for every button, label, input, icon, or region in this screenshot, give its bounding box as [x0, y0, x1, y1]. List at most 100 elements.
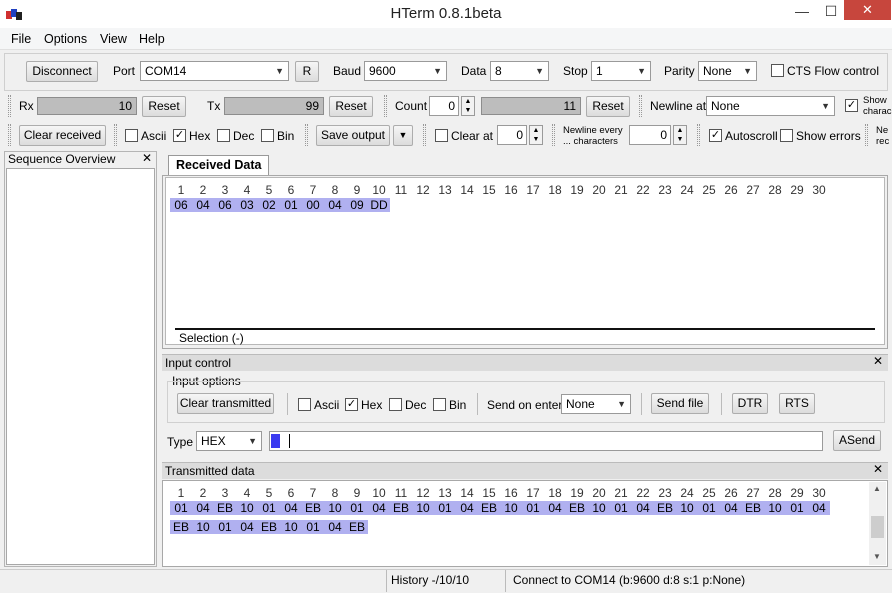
- transmitted-byte[interactable]: 01: [346, 501, 368, 515]
- maximize-button[interactable]: ☐: [815, 0, 847, 22]
- clear-at-spinner[interactable]: ▲ ▼: [529, 125, 543, 145]
- received-byte[interactable]: 04: [324, 198, 346, 212]
- clear-at-checkbox[interactable]: [435, 129, 448, 142]
- port-select[interactable]: COM14 ▼: [140, 61, 289, 81]
- newline-every-input[interactable]: 0: [629, 125, 671, 145]
- send-input[interactable]: [269, 431, 823, 451]
- transmitted-byte[interactable]: 04: [632, 501, 654, 515]
- transmitted-byte[interactable]: 10: [412, 501, 434, 515]
- baud-select[interactable]: 9600 ▼: [364, 61, 447, 81]
- transmitted-byte[interactable]: 01: [214, 520, 236, 534]
- transmitted-byte[interactable]: 10: [676, 501, 698, 515]
- autoscroll-checkbox[interactable]: ✓: [709, 129, 722, 142]
- toolbar-grip[interactable]: [639, 95, 642, 117]
- rx-reset-button[interactable]: Reset: [142, 96, 186, 117]
- show-chars-checkbox[interactable]: ✓: [845, 99, 858, 112]
- input-control-close-icon[interactable]: ✕: [873, 354, 883, 368]
- transmitted-byte[interactable]: 10: [500, 501, 522, 515]
- rx-dec-checkbox[interactable]: [217, 129, 230, 142]
- transmitted-byte[interactable]: 10: [324, 501, 346, 515]
- transmitted-byte[interactable]: 01: [302, 520, 324, 534]
- received-byte[interactable]: 09: [346, 198, 368, 212]
- clear-received-button[interactable]: Clear received: [19, 125, 106, 146]
- show-errors-checkbox[interactable]: [780, 129, 793, 142]
- transmitted-close-icon[interactable]: ✕: [873, 462, 883, 476]
- received-byte[interactable]: DD: [368, 198, 390, 212]
- transmitted-byte[interactable]: EB: [654, 501, 676, 515]
- transmitted-byte[interactable]: EB: [346, 520, 368, 534]
- transmitted-byte[interactable]: 10: [236, 501, 258, 515]
- transmitted-byte[interactable]: EB: [390, 501, 412, 515]
- dtr-button[interactable]: DTR: [732, 393, 768, 414]
- transmitted-byte[interactable]: 04: [280, 501, 302, 515]
- transmitted-byte[interactable]: 04: [808, 501, 830, 515]
- minimize-button[interactable]: —: [786, 0, 818, 22]
- transmitted-byte[interactable]: 10: [588, 501, 610, 515]
- toolbar-grip[interactable]: [8, 95, 11, 117]
- rx-hex-checkbox[interactable]: ✓: [173, 129, 186, 142]
- transmitted-byte[interactable]: 04: [324, 520, 346, 534]
- rx-ascii-checkbox[interactable]: [125, 129, 138, 142]
- close-button[interactable]: ✕: [844, 0, 891, 20]
- data-bits-select[interactable]: 8 ▼: [490, 61, 549, 81]
- received-byte[interactable]: 02: [258, 198, 280, 212]
- tx-ascii-checkbox[interactable]: [298, 398, 311, 411]
- transmitted-byte[interactable]: 01: [522, 501, 544, 515]
- received-byte[interactable]: 03: [236, 198, 258, 212]
- transmitted-byte[interactable]: 01: [258, 501, 280, 515]
- transmitted-scrollbar[interactable]: ▲ ▼: [869, 482, 886, 565]
- received-byte[interactable]: 04: [192, 198, 214, 212]
- rx-bin-checkbox[interactable]: [261, 129, 274, 142]
- refresh-ports-button[interactable]: R: [295, 61, 319, 82]
- toolbar-grip[interactable]: [305, 124, 308, 146]
- transmitted-byte[interactable]: 04: [368, 501, 390, 515]
- tx-dec-checkbox[interactable]: [389, 398, 402, 411]
- toolbar-grip[interactable]: [114, 124, 117, 146]
- clear-transmitted-button[interactable]: Clear transmitted: [177, 393, 274, 414]
- transmitted-byte[interactable]: EB: [170, 520, 192, 534]
- transmitted-byte[interactable]: 01: [698, 501, 720, 515]
- clear-at-input[interactable]: 0: [497, 125, 527, 145]
- transmitted-byte[interactable]: 01: [610, 501, 632, 515]
- received-byte[interactable]: 00: [302, 198, 324, 212]
- transmitted-byte[interactable]: 04: [236, 520, 258, 534]
- tx-bin-checkbox[interactable]: [433, 398, 446, 411]
- toolbar-grip[interactable]: [697, 124, 700, 146]
- menu-options[interactable]: Options: [44, 32, 87, 46]
- newline-at-select[interactable]: None ▼: [706, 96, 835, 116]
- toolbar-grip[interactable]: [423, 124, 426, 146]
- cts-checkbox[interactable]: [771, 64, 784, 77]
- tx-hex-checkbox[interactable]: ✓: [345, 398, 358, 411]
- transmitted-byte[interactable]: 04: [544, 501, 566, 515]
- transmitted-byte[interactable]: EB: [566, 501, 588, 515]
- toolbar-grip[interactable]: [384, 95, 387, 117]
- newline-every-spinner[interactable]: ▲ ▼: [673, 125, 687, 145]
- save-output-button[interactable]: Save output: [316, 125, 390, 146]
- transmitted-byte[interactable]: EB: [214, 501, 236, 515]
- transmitted-byte[interactable]: EB: [258, 520, 280, 534]
- transmitted-byte[interactable]: EB: [478, 501, 500, 515]
- type-select[interactable]: HEX ▼: [196, 431, 262, 451]
- transmitted-byte[interactable]: 01: [434, 501, 456, 515]
- count-input[interactable]: 0: [429, 96, 459, 116]
- scroll-up-icon[interactable]: ▲: [873, 484, 881, 493]
- transmitted-byte[interactable]: 01: [786, 501, 808, 515]
- menu-view[interactable]: View: [100, 32, 127, 46]
- send-on-enter-select[interactable]: None ▼: [561, 394, 631, 414]
- toolbar-grip[interactable]: [552, 124, 555, 146]
- sequence-list[interactable]: [6, 168, 155, 565]
- count-reset-button[interactable]: Reset: [586, 96, 630, 117]
- scroll-down-icon[interactable]: ▼: [873, 552, 881, 561]
- received-byte[interactable]: 01: [280, 198, 302, 212]
- transmitted-byte[interactable]: 10: [192, 520, 214, 534]
- transmitted-byte[interactable]: 04: [720, 501, 742, 515]
- tab-received-data[interactable]: Received Data: [168, 155, 270, 175]
- transmitted-byte[interactable]: EB: [302, 501, 324, 515]
- transmitted-byte[interactable]: 04: [192, 501, 214, 515]
- menu-help[interactable]: Help: [139, 32, 165, 46]
- toolbar-grip[interactable]: [865, 124, 868, 146]
- send-file-button[interactable]: Send file: [651, 393, 709, 414]
- tx-reset-button[interactable]: Reset: [329, 96, 373, 117]
- stop-bits-select[interactable]: 1 ▼: [591, 61, 651, 81]
- received-byte[interactable]: 06: [170, 198, 192, 212]
